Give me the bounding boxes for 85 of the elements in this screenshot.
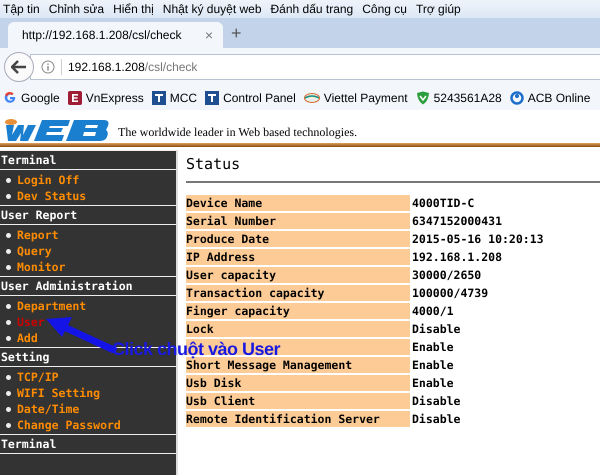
field-value: 4000/1 [412,303,455,319]
sidebar-link[interactable]: Add [17,331,38,345]
bullet-icon [6,264,11,270]
shield-icon [416,91,430,105]
field-label: Produce Date [186,232,270,246]
bullet-icon [6,390,11,396]
field-label: Finger capacity [186,304,290,318]
field-label: Serial Number [186,214,276,228]
sidebar-link[interactable]: Report [17,228,59,242]
sidebar-link[interactable]: Change Password [17,418,121,432]
bookmark-item[interactable]: 5243561A28 [416,91,502,105]
bullet-icon [6,406,11,412]
menu-item[interactable]: Hiển thị [113,2,154,16]
section-title: User Administration [0,276,176,296]
field-value: 2015-05-16 10:20:13 [412,231,544,247]
sidebar-link[interactable]: Login Off [17,173,80,187]
close-icon[interactable]: × [204,27,213,43]
tab-title: http://192.168.1.208/csl/check [22,28,182,42]
bookmark-item[interactable]: Google [3,91,60,105]
browser-tab[interactable]: http://192.168.1.208/csl/check × [8,22,223,48]
field-value: Enable [412,357,455,373]
field-label: Lock [186,322,214,336]
bullet-icon [6,248,11,254]
field-value: 30000/2650 [412,267,482,283]
back-arrow-icon [11,60,27,74]
tile-icon [152,91,166,105]
menu-item[interactable]: Nhật ký duyệt web [162,2,262,16]
bullet-icon [6,194,11,198]
bullet-icon [6,374,11,380]
field-label: Short Message Management [186,358,352,372]
field-value: 4000TID-C [412,195,476,211]
sidebar-link[interactable]: Monitor [17,260,66,274]
bullet-icon [6,422,11,428]
field-value: Enable [412,375,455,391]
menu-item[interactable]: Trợ giúp [416,2,461,16]
sidebar-link[interactable]: Dev Status [17,189,86,203]
field-label: Transaction capacity [186,286,324,300]
oval-logo-icon [304,91,320,105]
bullet-icon [6,304,11,308]
bookmark-item[interactable]: Viettel Payment [304,91,408,105]
ring-icon [510,91,524,105]
menu-item[interactable]: Tập tin [3,2,40,16]
address-field[interactable]: 192.168.1.208/csl/check [30,54,600,80]
field-value: Disable [412,393,462,409]
section-title: Terminal [0,434,176,454]
field-label: Usb Disk [186,376,242,390]
bookmark-item[interactable]: MCC [152,91,198,105]
url-text: 192.168.1.208/csl/check [68,60,198,74]
field-label: IP Address [186,250,256,264]
sidebar-link[interactable]: Date/Time [17,402,80,416]
info-icon[interactable] [41,60,55,74]
bookmark-item[interactable]: Control Panel [205,91,296,105]
section-title: Terminal [0,150,176,170]
tile-icon [205,91,220,105]
sidebar-link[interactable]: TCP/IP [17,370,59,384]
tagline: The worldwide leader in Web based technologies. [118,125,358,141]
sidebar-link[interactable]: Query [17,244,52,258]
page-title: Status [186,155,242,175]
bullet-icon [6,336,11,340]
google-icon [3,91,17,105]
bullet-icon [6,178,11,182]
field-label: Remote Identification Server [186,412,380,426]
field-label: Usb Client [186,394,256,408]
sidebar-link[interactable]: WIFI Setting [17,386,100,400]
new-tab-button[interactable]: + [231,22,242,44]
web-logo-icon [2,116,110,142]
field-value: Disable [412,321,462,337]
back-button[interactable] [4,52,34,82]
field-value: Disable [412,411,462,427]
bookmark-item[interactable]: ACB Online [510,91,590,105]
section-title: User Report [0,205,176,225]
bullet-icon [6,320,11,324]
field-value: 6347152000431 [412,213,504,229]
sidebar-link[interactable]: Department [17,299,86,313]
bookmark-item[interactable]: VnExpress [68,91,144,105]
field-value: 100000/4739 [412,285,490,301]
bullet-icon [6,232,11,238]
field-label: Device Name [186,196,262,210]
letter-e-icon [68,91,82,105]
field-label: User capacity [186,268,276,282]
field-value: 192.168.1.208 [412,249,504,265]
menu-item[interactable]: Đánh dấu trang [270,2,354,16]
field-value: Enable [412,339,455,355]
menu-item[interactable]: Chỉnh sửa [48,2,104,16]
menu-item[interactable]: Công cụ [362,2,407,16]
